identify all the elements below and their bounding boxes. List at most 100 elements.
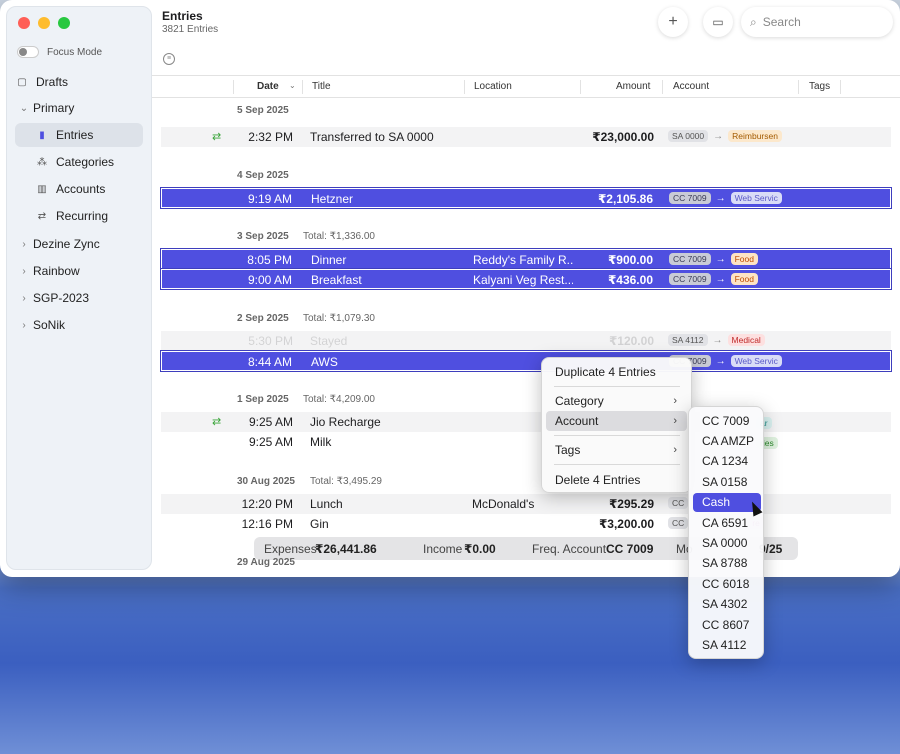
row-account: SA 4112 → Medical — [668, 334, 765, 346]
search-field[interactable]: ⌕ Search — [741, 7, 893, 37]
table-row[interactable]: 9:25 AM Milk ries — [161, 432, 891, 452]
column-header-location[interactable]: Location — [474, 81, 512, 92]
column-header-title[interactable]: Title — [312, 81, 331, 92]
account-option[interactable]: SA 0158 — [693, 473, 761, 492]
focus-mode-toggle[interactable]: Focus Mode — [17, 46, 102, 58]
chevron-right-icon: › — [673, 415, 677, 427]
table-row[interactable]: 5:30 PM Stayed ₹120.00 SA 4112 → Medical — [161, 331, 891, 351]
sidebar-item-label: SoNik — [33, 318, 66, 332]
delete-entries-menu-item[interactable]: Delete 4 Entries — [546, 470, 687, 490]
account-option[interactable]: CC 6018 — [693, 575, 761, 594]
chevron-right-icon: › — [22, 265, 26, 277]
menu-item-label: Duplicate 4 Entries — [555, 365, 656, 379]
freq-account-value: CC 7009 — [606, 542, 654, 556]
calendar-button[interactable]: ▭ — [703, 7, 733, 37]
account-option[interactable]: CC 7009 — [693, 412, 761, 431]
table-row[interactable]: ⇄ 9:25 AM Jio Recharge ar — [161, 412, 891, 432]
column-divider — [840, 80, 841, 94]
category-pill: Food — [730, 253, 758, 265]
menu-item-label: Tags — [555, 443, 581, 457]
sidebar-item-categories[interactable]: ⁂ Categories — [15, 150, 143, 174]
account-option[interactable]: CC 8607 — [693, 616, 761, 635]
account-option[interactable]: SA 4112 — [693, 636, 761, 655]
plus-icon: + — [668, 13, 678, 30]
row-amount: ₹2,105.86 — [597, 192, 653, 206]
table-row[interactable]: 8:05 PM Dinner Reddy's Family R... ₹900.… — [160, 248, 892, 270]
menu-divider — [554, 435, 680, 436]
sidebar-item-drafts[interactable]: ▢ Drafts — [15, 70, 143, 94]
expenses-label: Expenses — [264, 542, 317, 556]
bank-icon: ▥ — [37, 183, 47, 195]
group-date: 4 Sep 2025 — [237, 170, 289, 181]
sidebar-group-primary[interactable]: ⌄ Primary — [17, 96, 145, 120]
sidebar-item-label: Dezine Zync — [33, 237, 100, 251]
table-row[interactable]: 12:20 PM Lunch McDonald's ₹295.29 CC — [161, 494, 891, 514]
table-row[interactable]: 8:44 AM AWS CC 7009 → Web Servic — [160, 350, 892, 372]
account-menu-item[interactable]: Account › — [546, 411, 687, 431]
table-row[interactable]: 9:00 AM Breakfast Kalyani Veg Rest... ₹4… — [160, 268, 892, 290]
table-row[interactable]: 9:19 AM Hetzner ₹2,105.86 CC 7009 → Web … — [160, 187, 892, 209]
table-row[interactable]: 12:16 PM Gin ₹3,200.00 CC re — [161, 514, 891, 534]
account-option[interactable]: CA 1234 — [693, 452, 761, 471]
column-header-date[interactable]: Date — [257, 81, 279, 92]
close-window-button[interactable] — [18, 17, 30, 29]
account-option[interactable]: CA AMZP — [693, 432, 761, 451]
sidebar-item-accounts[interactable]: ▥ Accounts — [15, 177, 143, 201]
zoom-window-button[interactable] — [58, 17, 70, 29]
account-option[interactable]: SA 8788 — [693, 554, 761, 573]
account-pill: CC — [668, 517, 689, 529]
row-title: AWS — [311, 355, 338, 369]
account-pill: CC 7009 — [669, 192, 711, 204]
row-time: 12:20 PM — [241, 497, 293, 511]
group-total: Total: ₹3,495.29 — [310, 476, 382, 487]
add-entry-button[interactable]: + — [658, 7, 688, 37]
sidebar-group-sgp-2023[interactable]: › SGP-2023 — [17, 286, 145, 310]
duplicate-entries-menu-item[interactable]: Duplicate 4 Entries — [546, 362, 687, 382]
context-menu: Duplicate 4 Entries Category › Account ›… — [541, 357, 692, 493]
sidebar-item-entries[interactable]: ▮ Entries — [15, 123, 143, 147]
table-row[interactable]: ⇄ 2:32 PM Transferred to SA 0000 ₹23,000… — [161, 127, 891, 147]
category-pill: Web Servic — [730, 192, 782, 204]
sidebar-group-dezine-zync[interactable]: › Dezine Zync — [17, 232, 145, 256]
row-time: 8:05 PM — [247, 253, 292, 267]
row-amount: ₹23,000.00 — [592, 130, 654, 144]
account-option[interactable]: SA 0000 — [693, 534, 761, 553]
filter-icon[interactable]: ≡ — [163, 53, 175, 65]
sidebar-item-recurring[interactable]: ⇄ Recurring — [15, 204, 143, 228]
row-account: CC 7009 → Food — [669, 273, 758, 285]
category-menu-item[interactable]: Category › — [546, 391, 687, 411]
column-header-account[interactable]: Account — [673, 81, 709, 92]
tags-menu-item[interactable]: Tags › — [546, 440, 687, 460]
sidebar-item-label: Primary — [33, 101, 75, 115]
row-account: CC 7009 → Food — [669, 253, 758, 265]
account-pill: SA 4112 — [668, 334, 708, 346]
minimize-window-button[interactable] — [38, 17, 50, 29]
arrow-right-icon: → — [712, 334, 723, 346]
menu-divider — [554, 464, 680, 465]
search-placeholder: Search — [762, 15, 801, 29]
income-value: ₹0.00 — [464, 542, 496, 556]
sort-chevron-icon: ⌄ — [289, 81, 296, 90]
chevron-right-icon: › — [673, 444, 677, 456]
account-pill: SA 0000 — [668, 130, 709, 142]
sidebar-group-rainbow[interactable]: › Rainbow — [17, 259, 145, 283]
recurring-sync-icon: ⇄ — [212, 131, 222, 143]
row-title: Gin — [310, 517, 329, 531]
app-window: Focus Mode ▢ Drafts ⌄ Primary ▮ Entries … — [0, 0, 900, 577]
row-time: 5:30 PM — [248, 334, 293, 348]
row-title: Dinner — [311, 253, 347, 267]
sidebar-group-sonik[interactable]: › SoNik — [17, 313, 145, 337]
window-controls — [18, 17, 70, 29]
row-amount: ₹436.00 — [607, 273, 653, 287]
row-location: McDonald's — [472, 497, 535, 511]
account-option[interactable]: SA 4302 — [693, 595, 761, 614]
column-divider — [233, 80, 234, 94]
column-header-tags[interactable]: Tags — [809, 81, 830, 92]
row-time: 2:32 PM — [248, 130, 293, 144]
menu-item-label: Account — [555, 414, 599, 428]
row-time: 12:16 PM — [241, 517, 293, 531]
column-header-amount[interactable]: Amount — [616, 81, 650, 92]
arrow-right-icon: → — [715, 355, 726, 367]
account-option[interactable]: CA 6591 — [693, 514, 761, 533]
group-date: 3 Sep 2025 — [237, 231, 289, 242]
